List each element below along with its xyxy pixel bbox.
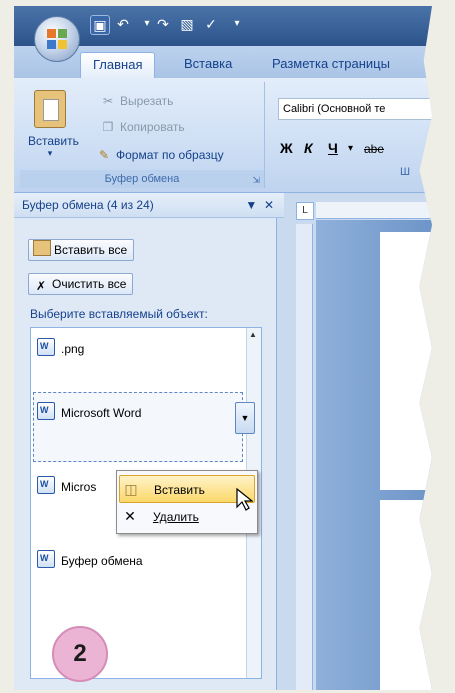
ribbon: Вставить ▾ ✂ Вырезать ❐ Копировать ✎ Формат… xyxy=(14,78,432,193)
brush-icon: ✎ xyxy=(98,148,110,162)
clipboard-group-label: Буфер обмена xyxy=(20,170,264,188)
paste-all-button[interactable]: Вставить все xyxy=(28,239,135,261)
list-item[interactable]: Буфер обмена xyxy=(37,550,143,570)
pick-item-label: Выберите вставляемый объект: xyxy=(30,307,208,321)
word-window: ▣ ↶ ▾ ↷ ▧ ✓ ▾ Главная Вставка Разметка с… xyxy=(14,6,432,690)
office-logo-icon xyxy=(47,29,67,49)
document-icon xyxy=(37,476,55,494)
paste-all-label: Вставить все xyxy=(54,243,128,257)
underline-button[interactable]: Ч xyxy=(328,140,338,156)
item-label: .png xyxy=(61,342,85,356)
format-painter-button[interactable]: ✎ Формат по образцу xyxy=(96,146,224,164)
document-icon xyxy=(37,338,55,356)
item-dropdown-button[interactable]: ▼ xyxy=(235,402,255,434)
tab-selector[interactable]: L xyxy=(296,202,314,220)
pane-controls: ▼ ✕ xyxy=(245,193,274,217)
tab-insert[interactable]: Вставка xyxy=(184,52,232,78)
copy-label: Копировать xyxy=(120,120,185,134)
paste-label: Вставить xyxy=(28,134,79,148)
bold-button[interactable]: Ж xyxy=(280,140,293,156)
italic-button[interactable]: К xyxy=(304,140,313,156)
list-item[interactable]: Microsoft Word xyxy=(37,402,141,422)
clipboard-group: Вставить ▾ ✂ Вырезать ❐ Копировать ✎ Формат… xyxy=(20,82,265,188)
delete-icon: ✕ xyxy=(124,508,136,524)
item-label: Microsoft Word xyxy=(61,406,142,420)
document-icon xyxy=(37,550,55,568)
clipboard-pane-title: Буфер обмена (4 из 24) xyxy=(22,198,154,212)
horizontal-ruler[interactable] xyxy=(316,202,432,219)
clipboard-pane-header: Буфер обмена (4 из 24) ▼ ✕ xyxy=(14,193,284,218)
context-paste-label: Вставить xyxy=(154,483,205,497)
item-label: Буфер обмена xyxy=(61,554,143,568)
format-painter-label: Формат по образцу xyxy=(116,148,224,162)
context-delete-item[interactable]: ✕ Удалить xyxy=(119,503,253,529)
cut-label: Вырезать xyxy=(120,94,174,108)
office-button[interactable] xyxy=(34,16,80,62)
list-item[interactable]: .png xyxy=(37,338,84,358)
scroll-up-icon[interactable]: ▲ xyxy=(249,330,257,339)
item-label: Micros xyxy=(61,480,97,494)
tab-home[interactable]: Главная xyxy=(80,52,156,79)
document-icon xyxy=(37,402,55,420)
strikethrough-button[interactable]: abe xyxy=(364,142,384,156)
clear-all-label: Очистить все xyxy=(52,277,127,291)
customize-qat-icon[interactable]: ▾ xyxy=(228,15,246,33)
tab-page-layout[interactable]: Разметка страницы xyxy=(272,52,390,78)
close-icon[interactable]: ✕ xyxy=(264,198,274,212)
print-preview-icon[interactable]: ▧ xyxy=(178,15,196,33)
save-icon[interactable]: ▣ xyxy=(90,15,110,35)
paste-icon: ◫ xyxy=(124,481,138,497)
redo-icon[interactable]: ↷ xyxy=(154,15,172,33)
paste-all-icon xyxy=(33,240,51,256)
scissors-icon: ✂ xyxy=(102,94,114,108)
pane-options-icon[interactable]: ▼ xyxy=(245,198,257,212)
clear-all-icon: ✗ xyxy=(35,279,47,293)
copy-button[interactable]: ❐ Копировать xyxy=(100,118,185,136)
undo-icon[interactable]: ↶ xyxy=(114,15,132,33)
mouse-cursor-icon xyxy=(236,487,253,511)
clipboard-pane: Буфер обмена (4 из 24) ▼ ✕ Вставить все … xyxy=(14,193,284,690)
copy-icon: ❐ xyxy=(102,120,114,134)
dialog-launcher-icon[interactable]: ⇲ xyxy=(252,175,260,186)
font-group-label: Ш xyxy=(400,166,411,178)
vertical-ruler[interactable] xyxy=(296,224,313,690)
clipboard-icon xyxy=(34,90,66,128)
paste-dropdown-icon[interactable]: ▾ xyxy=(28,148,72,159)
font-name-field[interactable]: Calibri (Основной те xyxy=(278,98,432,120)
cut-button[interactable]: ✂ Вырезать xyxy=(100,92,173,110)
underline-dropdown-icon[interactable]: ▾ xyxy=(348,143,353,154)
spelling-icon[interactable]: ✓ xyxy=(202,15,220,33)
list-item[interactable]: Micros xyxy=(37,476,96,496)
font-group: Calibri (Основной те Ж К Ч ▾ abe Ш xyxy=(270,82,432,188)
step-badge: 2 xyxy=(52,626,108,682)
paste-button[interactable]: Вставить ▾ xyxy=(28,88,79,166)
clear-all-button[interactable]: ✗ Очистить все xyxy=(28,273,134,295)
context-delete-label: Удалить xyxy=(153,510,199,524)
